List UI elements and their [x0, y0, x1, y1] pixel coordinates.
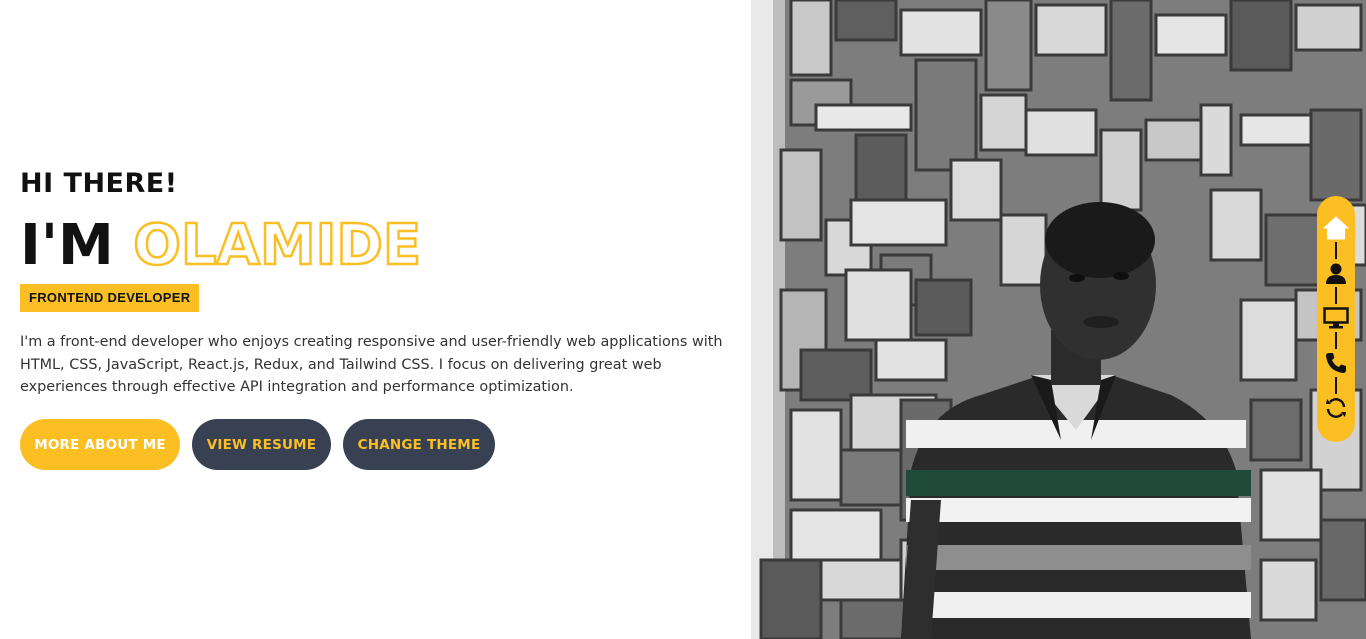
nav-divider	[1335, 377, 1337, 394]
nav-refresh[interactable]	[1321, 394, 1351, 422]
profile-photo	[751, 0, 1366, 639]
name-heading: I'M OLAMIDE	[20, 212, 422, 279]
role-badge: FRONTEND DEVELOPER	[20, 284, 200, 312]
change-theme-button[interactable]: CHANGE THEME	[343, 419, 495, 470]
nav-about[interactable]	[1321, 259, 1351, 287]
home-icon	[1323, 216, 1349, 240]
phone-icon	[1326, 353, 1346, 373]
nav-divider	[1335, 242, 1337, 259]
user-icon	[1326, 263, 1346, 284]
hero-section: HI THERE! I'M OLAMIDE FRONTEND DEVELOPER…	[0, 0, 751, 639]
name-prefix: I'M	[20, 213, 114, 278]
more-about-me-button[interactable]: MORE ABOUT ME	[20, 419, 180, 470]
nav-divider	[1335, 332, 1337, 349]
view-resume-button[interactable]: VIEW RESUME	[192, 419, 331, 470]
monitor-icon	[1323, 307, 1349, 329]
nav-home[interactable]	[1321, 214, 1351, 242]
name-outlined: OLAMIDE	[132, 212, 422, 279]
refresh-icon	[1326, 398, 1346, 418]
greeting-heading: HI THERE!	[20, 168, 178, 199]
nav-projects[interactable]	[1321, 304, 1351, 332]
bio-paragraph: I'm a front-end developer who enjoys cre…	[20, 334, 723, 395]
side-navigation	[1317, 196, 1355, 442]
nav-divider	[1335, 287, 1337, 304]
nav-contact[interactable]	[1321, 349, 1351, 377]
